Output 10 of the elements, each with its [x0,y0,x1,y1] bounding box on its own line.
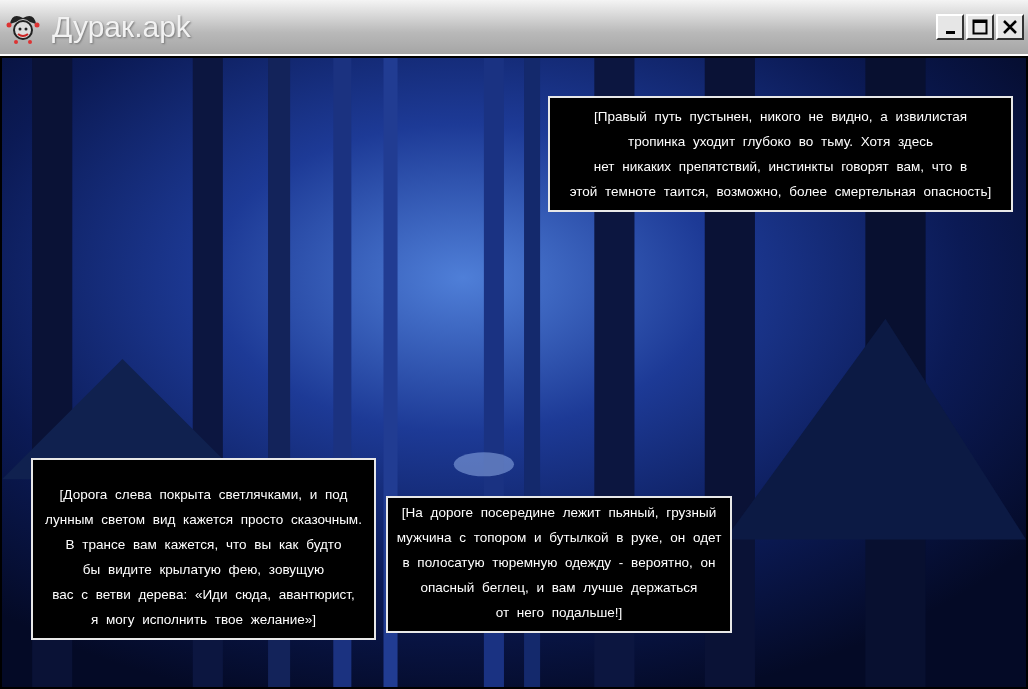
maximize-icon [972,19,988,35]
minimize-icon [945,30,955,34]
window-title: Дурак.apk [52,10,191,44]
minimize-button[interactable] [936,14,964,40]
dialog-text: [Дорога слева покрыта светлячками, и под лунным светом вид кажется просто сказочным. В трансе вам кажется, что вы как будто бы видите крылатую фею, зовущую вас с ветви дерева: «Иди сюда, авантюрист, я могу исполнить твое желание»] [31,458,376,640]
close-icon [1002,19,1018,35]
dialog-text: [На дороге посередине лежит пьяный, грузный мужчина с топором и бутылкой в руке, он одет в полосатую тюремную одежду - вероятно, он опасный беглец, и вам лучше держаться от него подальше!] [386,496,732,633]
dialog-text: [Правый путь пустынен, никого не видно, а извилистая тропинка уходит глубоко во тьму. Хотя здесь нет никаких препятствий, инстинкты говорят вам, что в этой темноте таится, возможно, более смертельная опасность] [548,96,1013,212]
maximize-button[interactable] [966,14,994,40]
close-button[interactable] [996,14,1024,40]
